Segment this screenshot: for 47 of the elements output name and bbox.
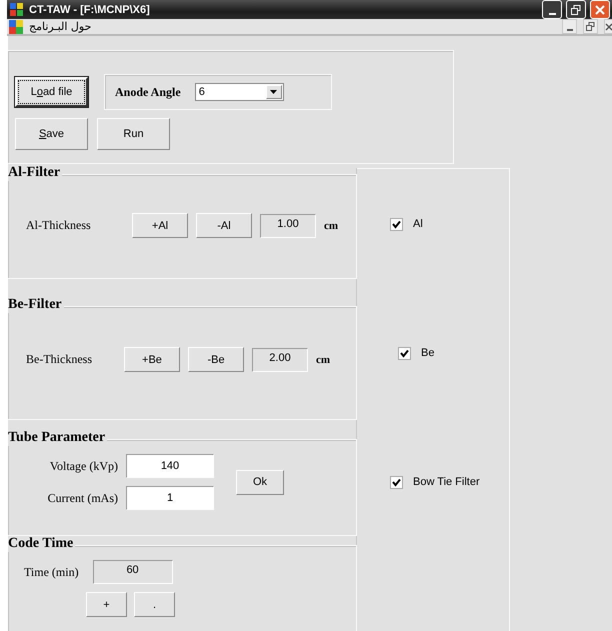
checkbox[interactable] xyxy=(390,218,403,230)
group-title: Be-Filter xyxy=(8,297,64,313)
checkbox[interactable] xyxy=(390,476,403,488)
field-label: Anode Angle xyxy=(115,84,181,100)
field-label: Current (mAs) xyxy=(46,490,118,506)
decrease-button[interactable]: -Al xyxy=(196,213,252,238)
anode-angle-dropdown[interactable]: 6 xyxy=(194,83,284,101)
group-title: Code Time xyxy=(8,536,76,552)
close-icon xyxy=(605,22,612,30)
close-button[interactable] xyxy=(604,19,612,34)
field-label: Voltage (kVp) xyxy=(48,458,118,474)
value-display: 1.00 xyxy=(260,214,316,238)
increase-button[interactable]: +Al xyxy=(132,213,188,238)
checkbox-label: Al xyxy=(413,218,423,230)
ok-button[interactable]: Ok xyxy=(236,470,284,494)
button[interactable]: Load file xyxy=(15,77,88,107)
app-icon xyxy=(9,20,23,34)
field-label: Time (min) xyxy=(24,564,79,580)
increase-button[interactable]: + xyxy=(86,592,127,617)
window-title: CT-TAW - [F:\MCNP\X6] xyxy=(29,4,151,16)
value-display: 2.00 xyxy=(252,348,308,372)
checkbox-label: Bow Tie Filter xyxy=(413,476,480,488)
minimize-icon xyxy=(548,12,556,14)
decrease-button[interactable]: -Be xyxy=(188,347,244,372)
restore-button[interactable] xyxy=(583,19,598,34)
minimize-button[interactable] xyxy=(562,19,577,34)
minimize-icon xyxy=(566,28,572,30)
group-title: Al-Filter xyxy=(8,165,62,181)
app-icon xyxy=(9,2,25,18)
button[interactable]: Save xyxy=(15,118,88,150)
unit-label: cm xyxy=(316,354,330,366)
input-field[interactable]: 140 xyxy=(126,454,214,478)
restore-icon xyxy=(571,4,581,14)
group-title: Tube Parameter xyxy=(8,430,108,446)
restore-icon xyxy=(586,22,595,31)
checkbox-label: Be xyxy=(421,347,434,359)
unit-label: cm xyxy=(324,220,338,232)
increase-button[interactable]: +Be xyxy=(124,347,180,372)
checkbox[interactable] xyxy=(398,346,411,360)
close-icon xyxy=(595,4,605,14)
decrease-button[interactable]: . xyxy=(134,592,175,617)
value-display: 60 xyxy=(92,560,173,584)
menu-item[interactable]: حول البـرنامج xyxy=(29,20,92,33)
field-label: Be-Thickness xyxy=(26,352,93,367)
button[interactable]: Run xyxy=(97,118,170,150)
field-label: Al-Thickness xyxy=(26,218,92,233)
input-field[interactable]: 1 xyxy=(126,486,214,510)
